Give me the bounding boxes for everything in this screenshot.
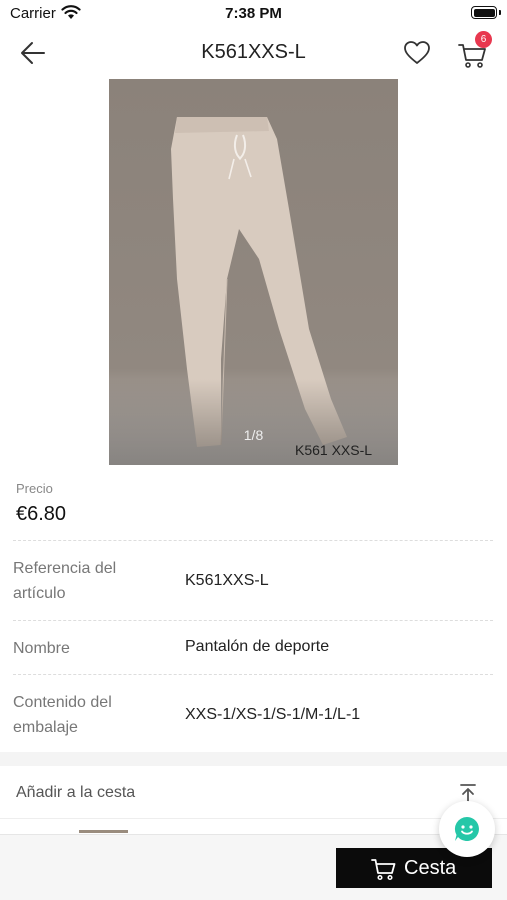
- divider: [13, 620, 493, 621]
- attr-value-reference: K561XXS-L: [185, 572, 269, 589]
- status-time: 7:38 PM: [225, 5, 282, 22]
- status-bar: Carrier 7:38 PM: [0, 0, 507, 28]
- cart-count-badge: 6: [475, 31, 492, 48]
- heart-icon[interactable]: [402, 38, 432, 68]
- nav-bar: K561XXS-L 6: [0, 28, 507, 78]
- price-block: Precio €6.80: [0, 466, 507, 538]
- attr-label-name: Nombre: [13, 640, 70, 657]
- price-value: €6.80: [16, 503, 67, 525]
- price-label: Precio: [16, 481, 53, 496]
- photo-caption: K561 XXS-L: [295, 442, 373, 458]
- attr-value-name: Pantalón de deporte: [185, 638, 330, 655]
- chat-button[interactable]: [439, 801, 495, 857]
- battery-icon: [471, 6, 501, 19]
- cart-icon: [371, 859, 396, 881]
- gallery-counter: 1/8: [243, 427, 264, 443]
- attr-label-packaging: Contenido del embalaje: [13, 694, 112, 736]
- attr-label-reference: Referencia del artículo: [13, 560, 117, 602]
- divider: [13, 540, 493, 541]
- bottom-bar: Cesta: [0, 834, 507, 900]
- divider: [0, 818, 507, 819]
- product-gallery[interactable]: [0, 79, 507, 465]
- cesta-label: Cesta: [404, 857, 457, 879]
- chat-smile-icon: [454, 816, 479, 841]
- thumbnail-indicator: [79, 830, 128, 833]
- product-photo[interactable]: [109, 79, 398, 465]
- add-to-cart-label: Añadir a la cesta: [16, 784, 136, 801]
- section-gap: [0, 752, 507, 766]
- add-to-cart-row[interactable]: Añadir a la cesta: [0, 766, 507, 818]
- attr-value-packaging: XXS-1/XS-1/S-1/M-1/L-1: [185, 706, 361, 723]
- divider: [13, 674, 493, 675]
